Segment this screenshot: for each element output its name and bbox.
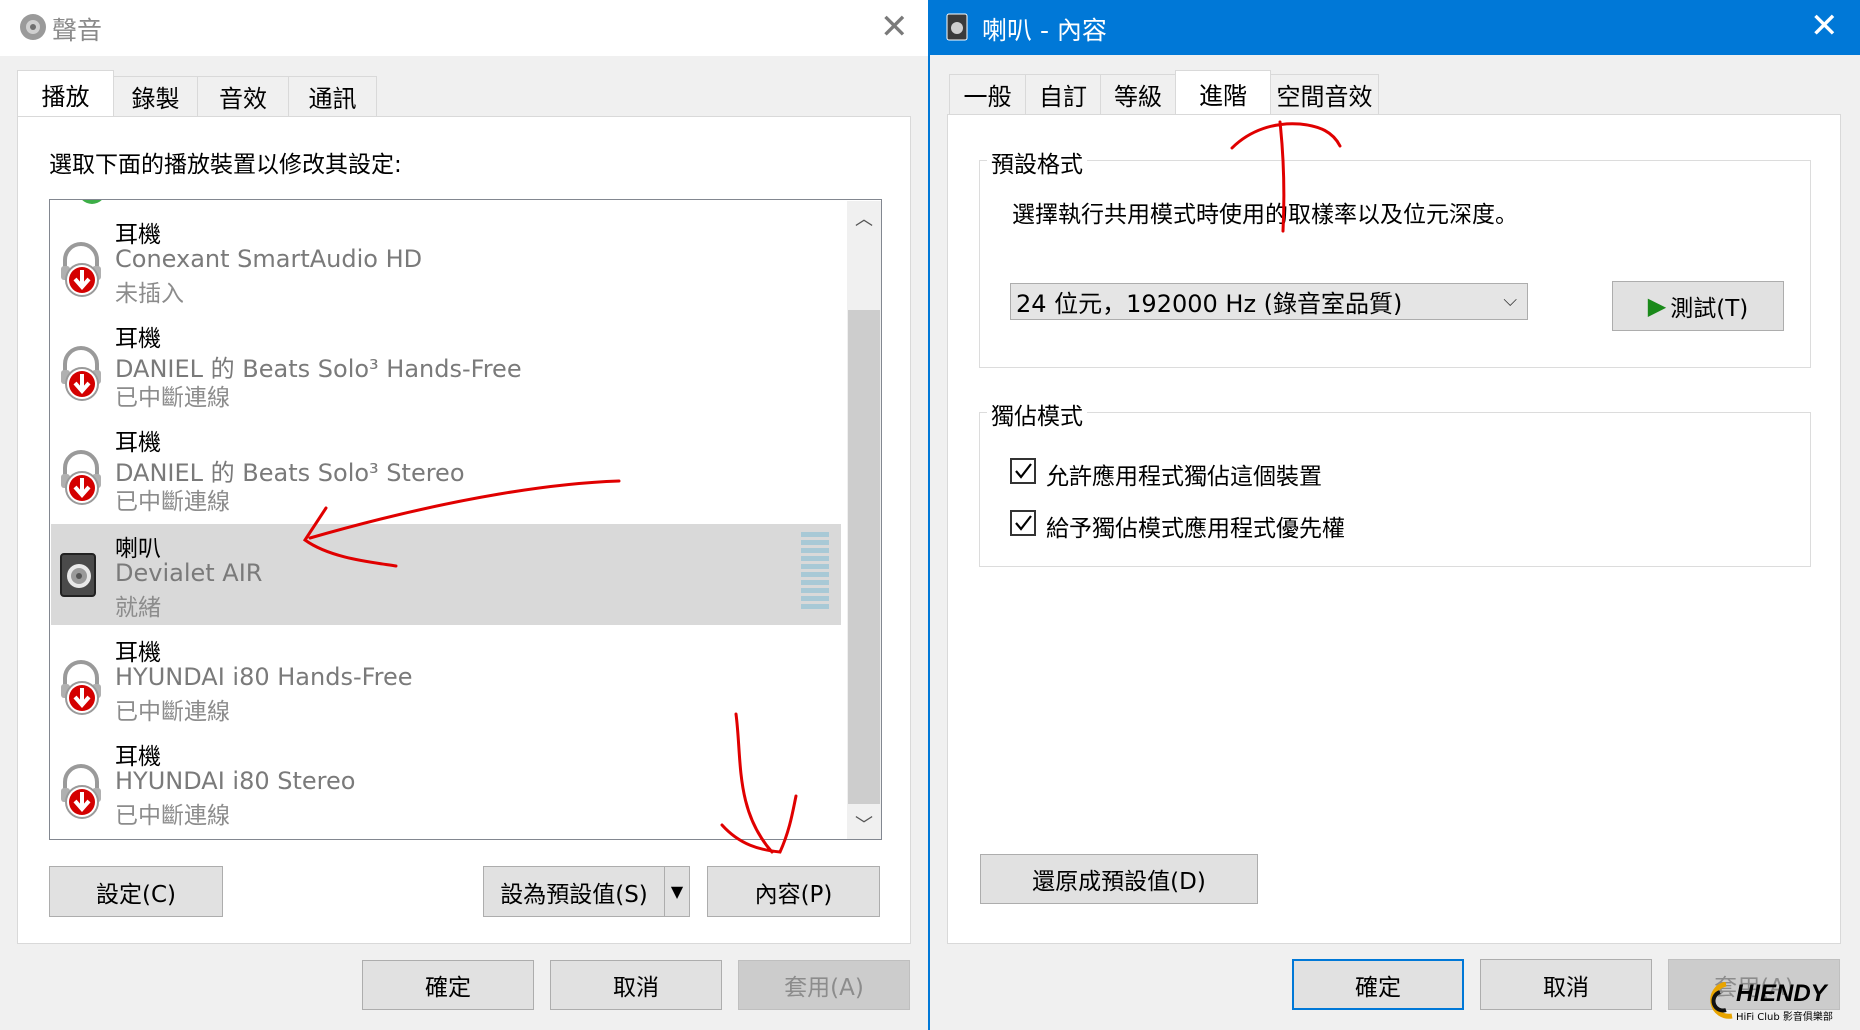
annotation-layer	[302, 120, 1342, 854]
annotation-arrow-properties	[720, 712, 798, 854]
annotation-arrow-advanced-tab	[1230, 120, 1342, 233]
annotation-arrow-speaker	[302, 479, 621, 568]
